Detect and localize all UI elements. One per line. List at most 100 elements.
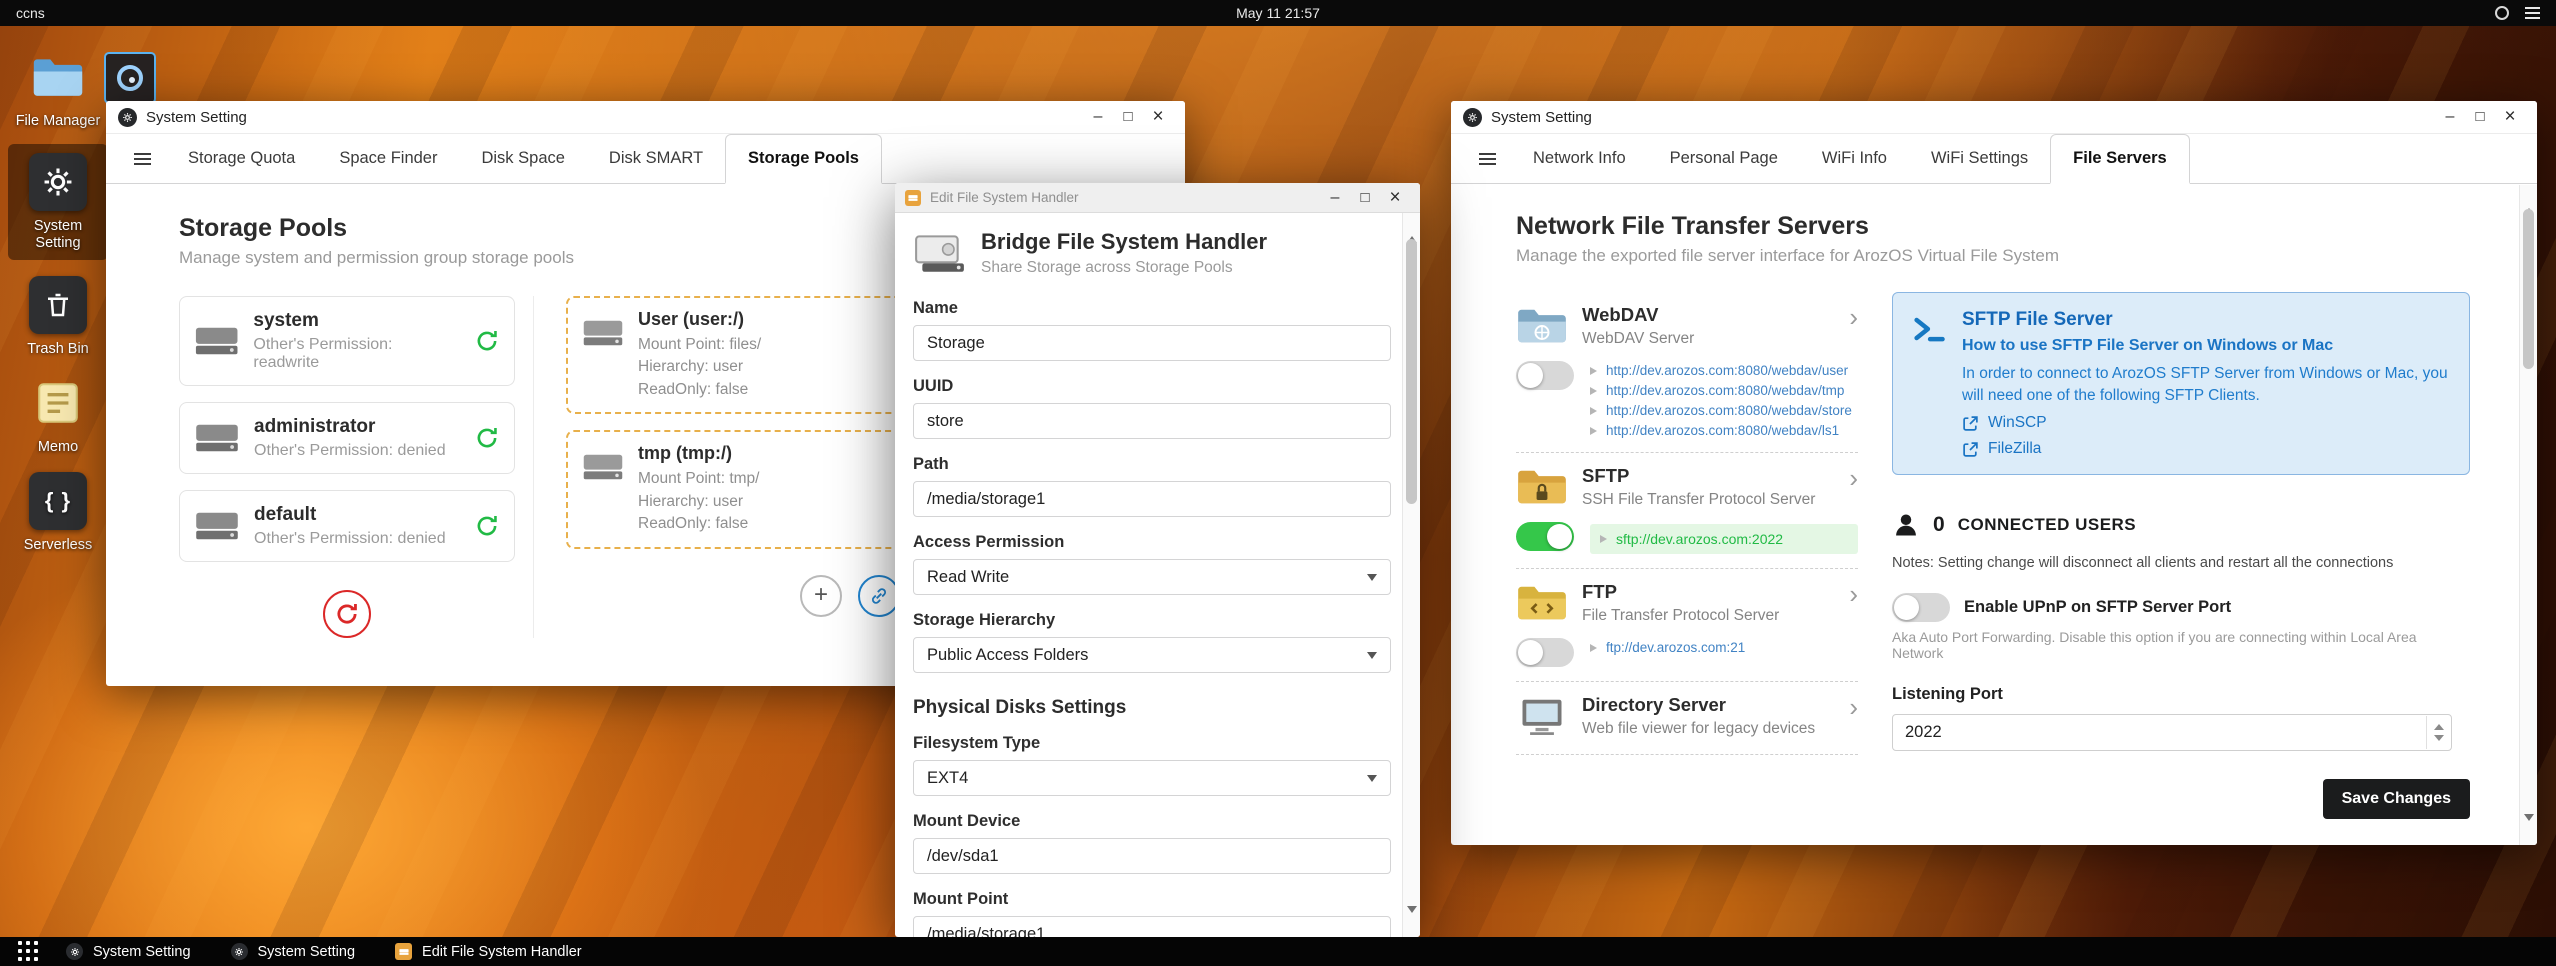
server-desc: SSH File Transfer Protocol Server [1582, 491, 1816, 509]
chevron-right-icon[interactable] [1849, 694, 1858, 722]
mount-device-input[interactable] [913, 838, 1391, 874]
tab-disk-smart[interactable]: Disk SMART [587, 134, 725, 183]
maximize-button[interactable] [1350, 189, 1380, 207]
pool-card-administrator[interactable]: administrator Other's Permission: denied [179, 402, 515, 474]
save-changes-button[interactable]: Save Changes [2322, 779, 2470, 820]
window-titlebar[interactable]: System Setting [1451, 101, 2537, 134]
gear-icon [66, 943, 83, 960]
bridge-hierarchy: Hierarchy: user [638, 492, 744, 510]
taskbar-item-system-setting-1[interactable]: System Setting [46, 937, 211, 966]
bridge-mount-point: Mount Point: files/ [638, 336, 762, 353]
window-titlebar[interactable]: System Setting [106, 101, 1185, 134]
name-input[interactable] [913, 325, 1391, 361]
taskbar-item-system-setting-2[interactable]: System Setting [211, 937, 376, 966]
scrollbar-thumb[interactable] [1406, 239, 1417, 504]
tab-personal-page[interactable]: Personal Page [1648, 134, 1800, 183]
window-scrollbar[interactable] [2519, 185, 2537, 845]
path-input[interactable] [913, 481, 1391, 517]
scrollbar-thumb[interactable] [2523, 209, 2534, 369]
server-desc: WebDAV Server [1582, 330, 1695, 347]
desktop-icon-memo[interactable]: Memo [8, 374, 108, 456]
listening-port-input[interactable] [1893, 715, 2451, 751]
system-setting-icon [118, 107, 137, 127]
app-launcher-button[interactable] [10, 937, 46, 966]
status-circle-icon[interactable] [2495, 6, 2509, 20]
webdav-link[interactable]: http://dev.arozos.com:8080/webdav/user [1590, 363, 1858, 378]
server-header[interactable]: SFTP SSH File Transfer Protocol Server [1516, 465, 1858, 510]
chevron-right-icon[interactable] [1849, 465, 1858, 493]
mount-point-input[interactable] [913, 916, 1391, 937]
upnp-toggle[interactable] [1892, 593, 1950, 623]
pool-card-system[interactable]: system Other's Permission: readwrite [179, 296, 515, 386]
desktop-icon-trash-bin[interactable]: Trash Bin [8, 276, 108, 358]
close-button[interactable] [1380, 187, 1410, 209]
chevron-right-icon[interactable] [1849, 581, 1858, 609]
listening-port-field [1892, 714, 2452, 752]
stepper-down-icon[interactable] [2433, 735, 2444, 742]
tab-network-info[interactable]: Network Info [1511, 134, 1648, 183]
external-link-icon [1963, 416, 1978, 431]
sftp-link[interactable]: sftp://dev.arozos.com:2022 [1590, 524, 1858, 555]
storage-hierarchy-select[interactable]: Public Access Folders [913, 637, 1391, 673]
filesystem-type-select[interactable]: EXT4 [913, 760, 1391, 796]
webdav-link[interactable]: http://dev.arozos.com:8080/webdav/tmp [1590, 383, 1858, 398]
number-stepper[interactable] [2426, 716, 2450, 750]
server-header[interactable]: FTP File Transfer Protocol Server [1516, 581, 1858, 626]
tab-space-finder[interactable]: Space Finder [317, 134, 459, 183]
sync-icon[interactable] [474, 513, 500, 539]
bridge-card-user[interactable]: User (user:/) Mount Point: files/ Hierar… [566, 296, 904, 415]
menu-icon[interactable] [2525, 7, 2540, 19]
pool-card-default[interactable]: default Other's Permission: denied [179, 490, 515, 562]
tab-file-servers[interactable]: File Servers [2050, 134, 2190, 184]
uuid-input[interactable] [913, 403, 1391, 439]
window-titlebar[interactable]: Edit File System Handler [895, 183, 1420, 213]
client-link-filezilla[interactable]: FileZilla [1962, 440, 2451, 458]
chevron-right-icon[interactable] [1849, 304, 1858, 332]
scroll-down-icon[interactable] [2524, 814, 2534, 838]
webdav-link[interactable]: http://dev.arozos.com:8080/webdav/store [1590, 403, 1858, 418]
tab-storage-pools[interactable]: Storage Pools [725, 134, 882, 184]
tab-wifi-info[interactable]: WiFi Info [1800, 134, 1909, 183]
bridge-card-tmp[interactable]: tmp (tmp:/) Mount Point: tmp/ Hierarchy:… [566, 430, 904, 549]
uuid-field-label: UUID [913, 377, 954, 395]
server-header[interactable]: Directory Server Web file viewer for leg… [1516, 694, 1858, 739]
webdav-toggle[interactable] [1516, 361, 1574, 391]
sync-icon[interactable] [474, 328, 500, 354]
menu-icon[interactable] [118, 134, 166, 183]
edit-handler-content: Bridge File System Handler Share Storage… [895, 213, 1420, 937]
desktop-icon-system-setting[interactable]: System Setting [8, 144, 108, 261]
desktop-icon-file-manager[interactable]: File Manager [8, 48, 108, 130]
desktop-icon-serverless[interactable]: Serverless [8, 472, 108, 554]
tab-disk-space[interactable]: Disk Space [459, 134, 586, 183]
window-scrollbar[interactable] [1402, 213, 1420, 937]
server-header[interactable]: WebDAV WebDAV Server [1516, 304, 1858, 349]
taskbar-item-edit-file-system-handler[interactable]: Edit File System Handler [375, 937, 602, 966]
minimize-button[interactable] [1083, 108, 1113, 126]
refresh-pools-button[interactable] [323, 590, 371, 638]
close-button[interactable] [1143, 106, 1173, 128]
stepper-up-icon[interactable] [2433, 724, 2444, 731]
sync-icon[interactable] [474, 425, 500, 451]
webdav-link[interactable]: http://dev.arozos.com:8080/webdav/ls1 [1590, 423, 1858, 438]
taskbar: System Setting System Setting Edit File … [0, 937, 2556, 966]
access-permission-select[interactable]: Read Write [913, 559, 1391, 595]
maximize-button[interactable] [2465, 108, 2495, 126]
ftp-link[interactable]: ftp://dev.arozos.com:21 [1590, 640, 1858, 655]
sftp-folder-lock-icon [1518, 470, 1566, 504]
maximize-button[interactable] [1113, 108, 1143, 126]
add-handler-button[interactable] [800, 574, 842, 617]
scroll-down-icon[interactable] [1407, 906, 1417, 930]
bridge-link-button[interactable] [858, 574, 900, 617]
ftp-toggle[interactable] [1516, 638, 1574, 668]
desktop-icon-selected-shortcut[interactable] [104, 52, 156, 104]
minimize-button[interactable] [2435, 108, 2465, 126]
tab-storage-quota[interactable]: Storage Quota [166, 134, 317, 183]
mount-device-label: Mount Device [913, 812, 1021, 830]
close-button[interactable] [2495, 106, 2525, 128]
window-title: System Setting [1491, 108, 1592, 126]
menu-icon[interactable] [1463, 134, 1511, 183]
client-link-winscp[interactable]: WinSCP [1962, 414, 2451, 432]
sftp-toggle[interactable] [1516, 522, 1574, 552]
minimize-button[interactable] [1320, 189, 1350, 207]
tab-wifi-settings[interactable]: WiFi Settings [1909, 134, 2050, 183]
